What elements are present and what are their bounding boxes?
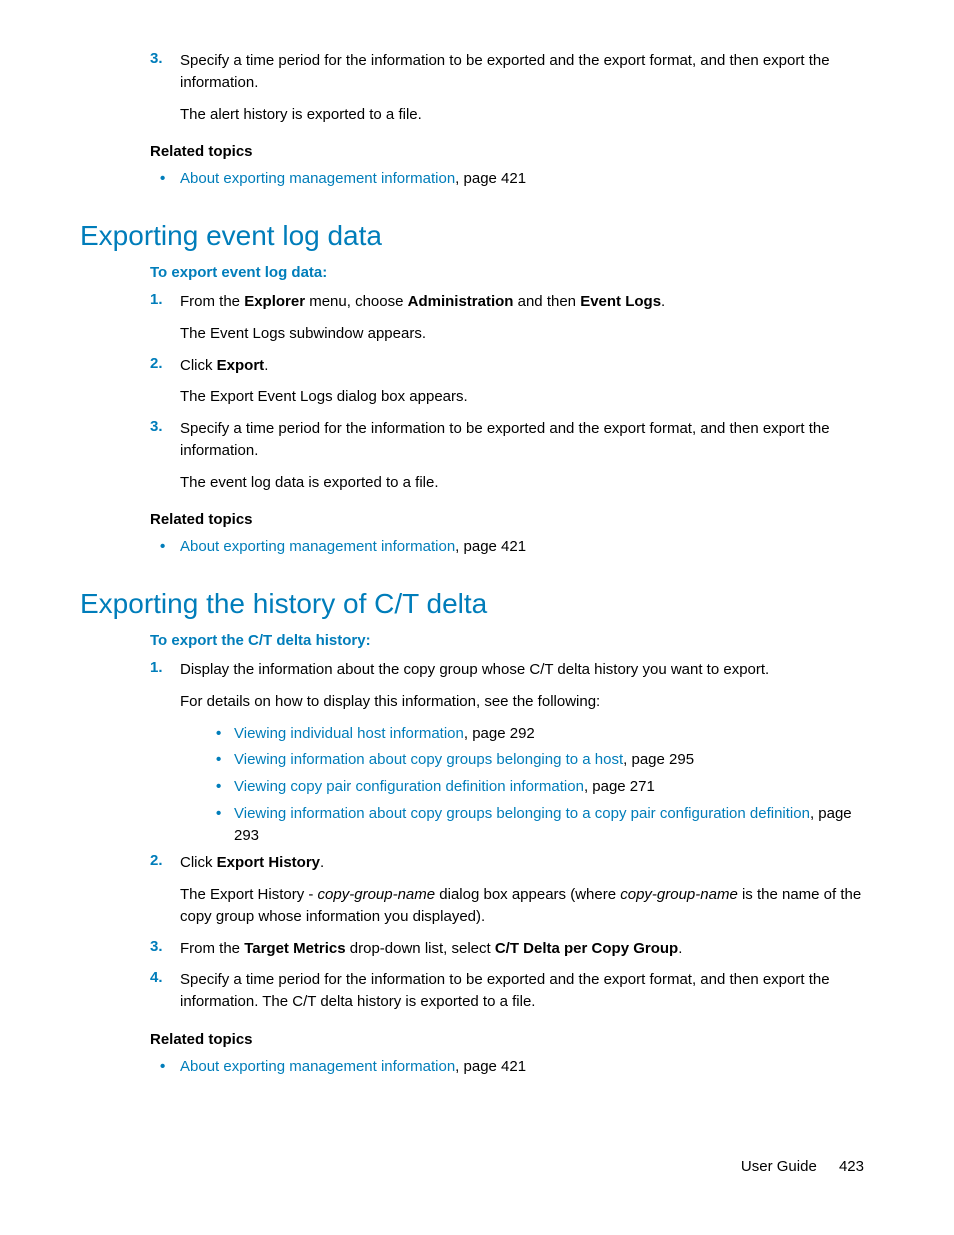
related-link[interactable]: About exporting management information: [180, 170, 455, 187]
step-number: 1.: [150, 291, 163, 308]
step-number: 2.: [150, 852, 163, 869]
step-text: Specify a time period for the informatio…: [180, 50, 874, 94]
document-page: 3. Specify a time period for the informa…: [0, 0, 954, 1132]
page-footer: User Guide 423: [741, 1158, 864, 1175]
step-text: The Export History - copy-group-name dia…: [180, 884, 874, 928]
ctdelta-steps: 1. Display the information about the cop…: [150, 659, 874, 1013]
related-topic-item: About exporting management information, …: [150, 1056, 874, 1078]
section-heading-eventlog: Exporting event log data: [80, 220, 874, 252]
xref-item: Viewing copy pair configuration definiti…: [210, 776, 874, 798]
step-text: The alert history is exported to a file.: [180, 104, 874, 126]
xref-item: Viewing information about copy groups be…: [210, 749, 874, 771]
procedure-heading: To export event log data:: [150, 264, 874, 281]
step-number: 4.: [150, 969, 163, 986]
top-steps: 3. Specify a time period for the informa…: [150, 50, 874, 125]
step-number: 3.: [150, 938, 163, 955]
step-text: Specify a time period for the informatio…: [180, 418, 874, 462]
ctdelta-step-4: 4. Specify a time period for the informa…: [150, 969, 874, 1013]
related-topic-item: About exporting management information, …: [150, 168, 874, 190]
footer-label: User Guide: [741, 1158, 817, 1175]
footer-page-number: 423: [839, 1158, 864, 1175]
xref-link[interactable]: Viewing copy pair configuration definiti…: [234, 778, 584, 795]
step-text: The event log data is exported to a file…: [180, 472, 874, 494]
related-link[interactable]: About exporting management information: [180, 538, 455, 555]
ctdelta-step-2: 2. Click Export History. The Export Hist…: [150, 852, 874, 927]
page-ref: , page 421: [455, 1058, 526, 1075]
xref-link[interactable]: Viewing information about copy groups be…: [234, 805, 810, 822]
page-ref: , page 295: [623, 751, 694, 768]
step-text: Display the information about the copy g…: [180, 659, 874, 681]
eventlog-step-1: 1. From the Explorer menu, choose Admini…: [150, 291, 874, 345]
eventlog-step-3: 3. Specify a time period for the informa…: [150, 418, 874, 493]
related-topic-item: About exporting management information, …: [150, 536, 874, 558]
eventlog-steps: 1. From the Explorer menu, choose Admini…: [150, 291, 874, 493]
step-text: Click Export.: [180, 355, 874, 377]
page-ref: , page 421: [455, 170, 526, 187]
top-step-3: 3. Specify a time period for the informa…: [150, 50, 874, 125]
eventlog-step-2: 2. Click Export. The Export Event Logs d…: [150, 355, 874, 409]
related-topics-list: About exporting management information, …: [150, 1056, 874, 1078]
step-text: Click Export History.: [180, 852, 874, 874]
step-number: 2.: [150, 355, 163, 372]
step-text: The Export Event Logs dialog box appears…: [180, 386, 874, 408]
ctdelta-step-3: 3. From the Target Metrics drop-down lis…: [150, 938, 874, 960]
related-topics-heading: Related topics: [150, 143, 874, 160]
related-topics-heading: Related topics: [150, 511, 874, 528]
step-text: From the Explorer menu, choose Administr…: [180, 291, 874, 313]
step-text: From the Target Metrics drop-down list, …: [180, 938, 874, 960]
related-topics-list: About exporting management information, …: [150, 168, 874, 190]
xref-list: Viewing individual host information, pag…: [210, 723, 874, 847]
step-number: 3.: [150, 418, 163, 435]
xref-item: Viewing information about copy groups be…: [210, 803, 874, 847]
xref-item: Viewing individual host information, pag…: [210, 723, 874, 745]
step-text: The Event Logs subwindow appears.: [180, 323, 874, 345]
xref-link[interactable]: Viewing individual host information: [234, 725, 464, 742]
step-number: 1.: [150, 659, 163, 676]
step-text: For details on how to display this infor…: [180, 691, 874, 713]
related-link[interactable]: About exporting management information: [180, 1058, 455, 1075]
ctdelta-step-1: 1. Display the information about the cop…: [150, 659, 874, 846]
related-topics-list: About exporting management information, …: [150, 536, 874, 558]
procedure-heading: To export the C/T delta history:: [150, 632, 874, 649]
step-number: 3.: [150, 50, 163, 67]
step-text: Specify a time period for the informatio…: [180, 969, 874, 1013]
page-ref: , page 271: [584, 778, 655, 795]
page-ref: , page 292: [464, 725, 535, 742]
section-heading-ctdelta: Exporting the history of C/T delta: [80, 588, 874, 620]
related-topics-heading: Related topics: [150, 1031, 874, 1048]
xref-link[interactable]: Viewing information about copy groups be…: [234, 751, 623, 768]
page-ref: , page 421: [455, 538, 526, 555]
